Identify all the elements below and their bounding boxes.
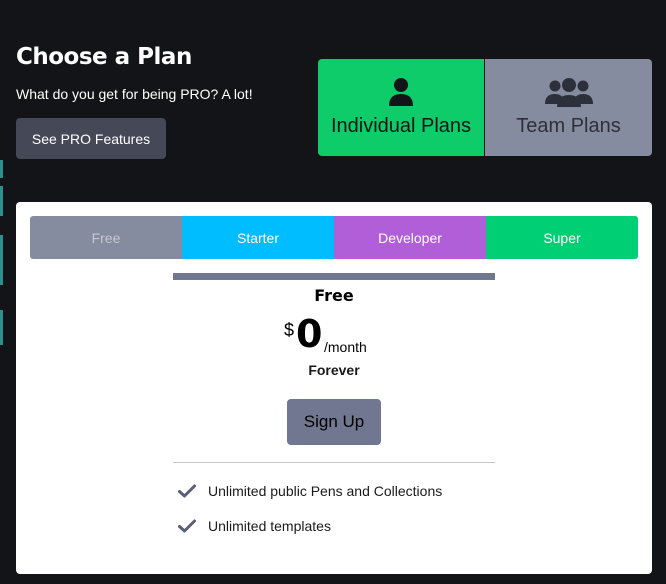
team-plans-toggle[interactable]: Team Plans (485, 59, 652, 156)
tab-super[interactable]: Super (486, 216, 638, 259)
page-title: Choose a Plan (16, 44, 192, 70)
edge-mark (0, 235, 3, 285)
plan-card: Free Starter Developer Super Free $ 0 /m… (16, 202, 652, 574)
tier-tabs: Free Starter Developer Super (30, 216, 638, 259)
tab-free[interactable]: Free (30, 216, 182, 259)
price-currency: $ (284, 320, 295, 340)
feature-text: Unlimited templates (208, 518, 331, 534)
feature-text: Unlimited public Pens and Collections (208, 483, 443, 499)
edge-mark (0, 310, 3, 345)
edge-mark (0, 186, 3, 216)
edge-mark (0, 160, 3, 178)
price-amount: 0 (296, 312, 323, 356)
plan-duration: Forever (308, 362, 360, 378)
check-icon (178, 519, 196, 533)
page-subtitle: What do you get for being PRO? A lot! (16, 86, 253, 102)
see-pro-features-button[interactable]: See PRO Features (16, 118, 166, 159)
individual-plans-label: Individual Plans (330, 115, 472, 137)
check-icon (178, 484, 196, 498)
sign-up-button[interactable]: Sign Up (287, 399, 381, 445)
plan-accent-bar (173, 273, 495, 280)
divider (173, 462, 495, 463)
tab-starter[interactable]: Starter (182, 216, 334, 259)
feature-item: Unlimited templates (178, 518, 331, 534)
plan-name: Free (314, 286, 354, 305)
feature-item: Unlimited public Pens and Collections (178, 483, 442, 499)
price-period-unit: /month (324, 339, 367, 355)
team-icon (544, 78, 593, 107)
tab-developer[interactable]: Developer (334, 216, 486, 259)
individual-plans-toggle[interactable]: Individual Plans (318, 59, 484, 156)
team-plans-label: Team Plans (516, 115, 621, 137)
person-icon (389, 78, 413, 106)
